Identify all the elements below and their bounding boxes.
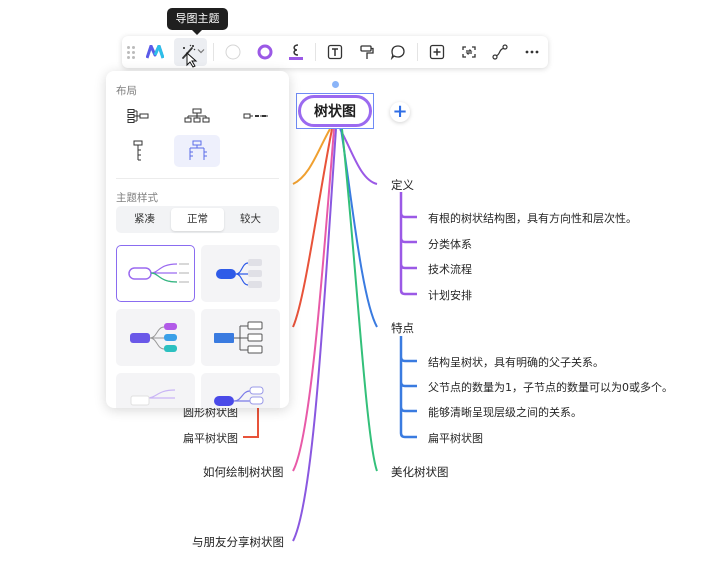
line-color-icon	[289, 44, 304, 60]
connector-beautify	[341, 128, 378, 472]
theme-preview-4	[214, 321, 263, 354]
theme-preview-3	[130, 323, 177, 352]
insert-node-button[interactable]	[424, 38, 450, 66]
theme-preview-2	[216, 259, 262, 288]
org-chart-icon	[184, 108, 210, 123]
root-node[interactable]: 树状图	[298, 95, 372, 127]
border-circle-icon	[257, 44, 273, 60]
layout-option-vertical[interactable]	[115, 135, 161, 167]
theme-card-3[interactable]	[116, 309, 195, 366]
connector-features	[340, 128, 378, 328]
size-segmented-control: 紧凑 正常 较大	[116, 206, 279, 233]
mindmap-theme-button[interactable]	[173, 38, 208, 68]
theme-card-2[interactable]	[201, 245, 280, 302]
size-option-normal[interactable]: 正常	[171, 208, 224, 231]
relation-icon	[492, 44, 509, 60]
theme-preview-6	[214, 386, 264, 406]
speech-bubble-icon	[391, 45, 406, 60]
theme-card-6[interactable]	[201, 373, 280, 408]
fill-circle-icon	[225, 44, 241, 60]
features-child-1[interactable]: 结构呈树状，具有明确的父子关系。	[428, 354, 604, 370]
mouse-cursor-icon	[186, 52, 198, 68]
chevron-down-icon	[197, 49, 205, 54]
style-section-title: 主题样式	[116, 192, 158, 204]
format-painter-button[interactable]	[354, 38, 380, 66]
add-box-icon	[429, 44, 445, 60]
size-option-large[interactable]: 较大	[224, 208, 277, 231]
layout-option-org-chart[interactable]	[174, 100, 220, 132]
left-child-flat[interactable]: 扁平树状图	[183, 430, 238, 446]
connector-definition-children	[399, 192, 417, 296]
definition-child-2[interactable]: 分类体系	[428, 236, 472, 252]
mindmap-theme-panel: 布局 主题样式 紧凑 正常 较大	[106, 71, 289, 408]
add-node-button[interactable]: +	[390, 102, 410, 122]
branch-how-to-draw[interactable]: 如何绘制树状图	[203, 464, 284, 480]
line-style-button[interactable]	[284, 38, 310, 66]
branch-features[interactable]: 特点	[391, 320, 414, 336]
brand-logo-icon[interactable]	[142, 38, 168, 66]
callout-button[interactable]	[386, 38, 412, 66]
left-layout-icon	[127, 109, 149, 123]
root-connect-handle[interactable]	[332, 81, 339, 88]
theme-card-4[interactable]	[201, 309, 280, 366]
toolbar-separator	[315, 43, 317, 61]
connector-features-children	[399, 336, 417, 439]
theme-preview-5	[130, 389, 176, 406]
branch-share[interactable]: 与朋友分享树状图	[192, 534, 284, 550]
relation-button[interactable]	[488, 38, 514, 66]
convert-icon	[462, 46, 476, 58]
features-child-3[interactable]: 能够清晰呈现层级之间的关系。	[428, 404, 582, 420]
theme-preview-1	[128, 263, 189, 283]
text-box-icon	[327, 44, 343, 60]
root-node-selection[interactable]: 树状图	[296, 93, 374, 129]
node-border-button[interactable]	[252, 38, 278, 66]
layout-option-timeline[interactable]	[233, 100, 279, 132]
more-dots-icon	[525, 50, 539, 54]
node-fill-button[interactable]	[220, 38, 246, 66]
features-child-2[interactable]: 父节点的数量为1，子节点的数量可以为0或多个。	[428, 379, 673, 395]
drag-handle[interactable]	[122, 45, 139, 59]
text-style-button[interactable]	[322, 38, 348, 66]
features-child-4[interactable]: 扁平树状图	[428, 430, 483, 446]
toolbar-tooltip: 导图主题	[167, 8, 228, 35]
vertical-tree-icon	[133, 140, 143, 161]
layout-section-title: 布局	[116, 85, 137, 97]
timeline-icon	[243, 113, 268, 119]
tree-chart-icon	[189, 140, 207, 160]
layout-option-tree-chart[interactable]	[174, 135, 220, 167]
branch-definition[interactable]: 定义	[391, 177, 414, 193]
definition-child-1[interactable]: 有根的树状结构图，具有方向性和层次性。	[428, 210, 637, 226]
definition-child-4[interactable]: 计划安排	[428, 287, 472, 303]
toolbar-separator	[213, 43, 215, 61]
theme-card-5[interactable]	[116, 373, 195, 408]
branch-beautify[interactable]: 美化树状图	[391, 464, 449, 480]
layout-option-left-tree[interactable]	[115, 100, 161, 132]
floating-toolbar	[122, 36, 548, 68]
size-option-compact[interactable]: 紧凑	[118, 208, 171, 231]
theme-card-1[interactable]	[116, 245, 195, 302]
definition-child-3[interactable]: 技术流程	[428, 261, 472, 277]
convert-button[interactable]	[456, 38, 482, 66]
paint-roller-icon	[360, 45, 374, 59]
panel-divider	[116, 178, 279, 179]
more-button[interactable]	[519, 38, 545, 66]
toolbar-separator	[417, 43, 419, 61]
